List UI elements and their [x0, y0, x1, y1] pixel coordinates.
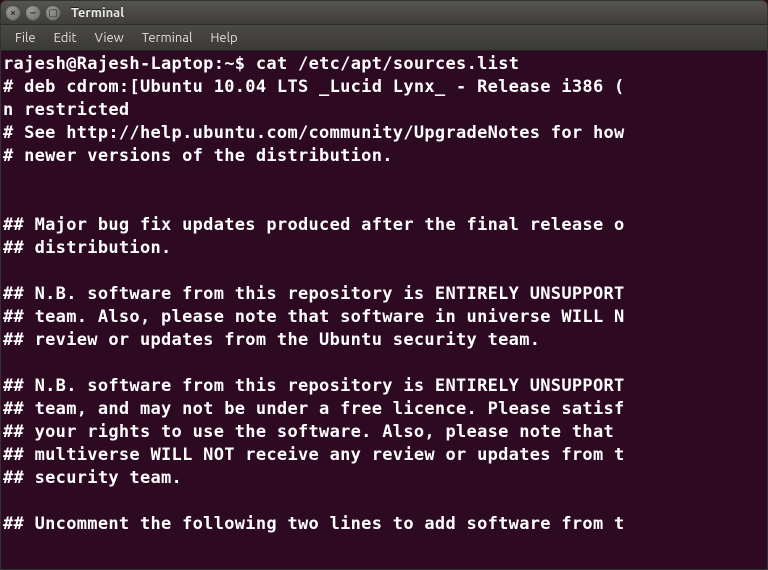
- maximize-icon: ▢: [48, 8, 57, 18]
- prompt-symbol: $: [235, 54, 246, 74]
- close-icon: ×: [10, 8, 16, 18]
- menu-terminal[interactable]: Terminal: [134, 28, 201, 48]
- minimize-icon: –: [31, 8, 36, 18]
- titlebar[interactable]: × – ▢ Terminal: [1, 1, 767, 25]
- window-controls: × – ▢: [5, 5, 61, 21]
- menu-view[interactable]: View: [87, 28, 132, 48]
- command-text: cat /etc/apt/sources.list: [256, 54, 519, 74]
- maximize-button[interactable]: ▢: [45, 5, 61, 21]
- terminal-window: × – ▢ Terminal File Edit View Terminal H…: [0, 0, 768, 570]
- menubar: File Edit View Terminal Help: [1, 25, 767, 51]
- prompt-path: ~: [224, 54, 235, 74]
- prompt-user-host: rajesh@Rajesh-Laptop: [3, 54, 214, 74]
- minimize-button[interactable]: –: [25, 5, 41, 21]
- terminal-body[interactable]: rajesh@Rajesh-Laptop:~$ cat /etc/apt/sou…: [1, 51, 767, 569]
- menu-edit[interactable]: Edit: [46, 28, 85, 48]
- menu-file[interactable]: File: [7, 28, 44, 48]
- menu-help[interactable]: Help: [202, 28, 245, 48]
- terminal-output: # deb cdrom:[Ubuntu 10.04 LTS _Lucid Lyn…: [3, 77, 625, 534]
- window-title: Terminal: [71, 6, 124, 20]
- close-button[interactable]: ×: [5, 5, 21, 21]
